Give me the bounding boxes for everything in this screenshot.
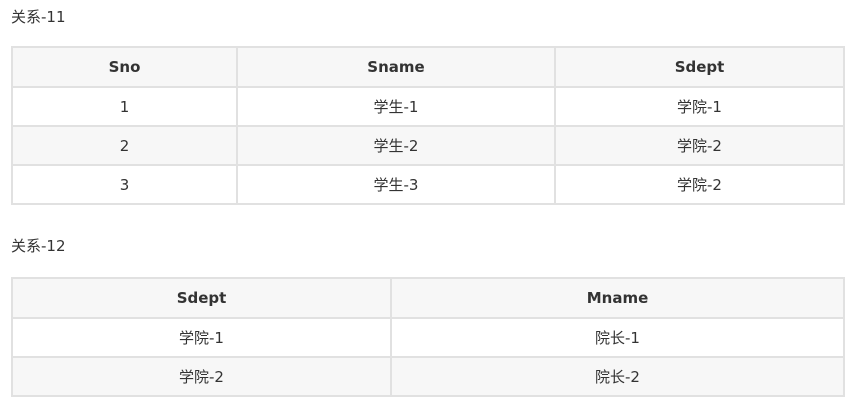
table-cell: 学院-2 bbox=[554, 125, 845, 166]
table-row: 2 学生-2 学院-2 bbox=[11, 125, 845, 166]
column-header: Sno bbox=[11, 46, 238, 88]
relation-table: Sdept Mname 学院-1 院长-1 学院-2 院长-2 bbox=[11, 277, 845, 397]
column-header: Sname bbox=[236, 46, 556, 88]
table-caption: 关系-11 bbox=[11, 8, 66, 26]
table-cell: 学生-1 bbox=[236, 86, 556, 127]
table-cell: 3 bbox=[11, 164, 238, 205]
table-cell: 学院-2 bbox=[554, 164, 845, 205]
header-row: Sno Sname Sdept bbox=[11, 46, 845, 88]
table-cell: 1 bbox=[11, 86, 238, 127]
table-cell: 院长-1 bbox=[390, 317, 845, 358]
relation-table: Sno Sname Sdept 1 学生-1 学院-1 2 学生-2 学院-2 … bbox=[11, 46, 845, 205]
column-header: Mname bbox=[390, 277, 845, 319]
table-cell: 学院-1 bbox=[11, 317, 392, 358]
table-cell: 学生-3 bbox=[236, 164, 556, 205]
table-cell: 2 bbox=[11, 125, 238, 166]
table-cell: 学生-2 bbox=[236, 125, 556, 166]
table-cell: 院长-2 bbox=[390, 356, 845, 397]
table-cell: 学院-1 bbox=[554, 86, 845, 127]
column-header: Sdept bbox=[554, 46, 845, 88]
table-row: 1 学生-1 学院-1 bbox=[11, 86, 845, 127]
column-header: Sdept bbox=[11, 277, 392, 319]
table-cell: 学院-2 bbox=[11, 356, 392, 397]
table-caption: 关系-12 bbox=[11, 237, 66, 255]
header-row: Sdept Mname bbox=[11, 277, 845, 319]
table-row: 3 学生-3 学院-2 bbox=[11, 164, 845, 205]
table-row: 学院-2 院长-2 bbox=[11, 356, 845, 397]
table-row: 学院-1 院长-1 bbox=[11, 317, 845, 358]
